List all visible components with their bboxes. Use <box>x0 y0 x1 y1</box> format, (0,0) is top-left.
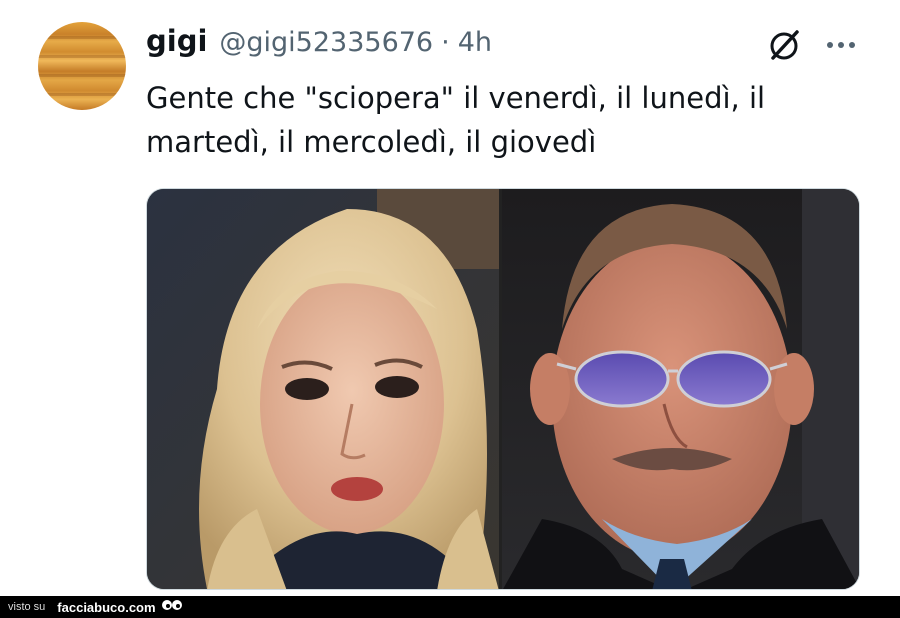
author-handle[interactable]: @gigi52335676 <box>219 27 433 58</box>
separator-dot: · <box>441 27 450 58</box>
site-label[interactable]: facciabuco.com <box>57 600 155 615</box>
tweet-text-line: Gente che "sciopera" il venerdì, il lune… <box>146 81 766 115</box>
timestamp[interactable]: 4h <box>458 27 492 58</box>
watermark-footer: visto su facciabuco.com <box>0 596 900 618</box>
elderly-man-sunglasses-photo[interactable] <box>502 189 859 589</box>
tweet-card[interactable]: gigi @gigi52335676 · 4h Gente che "sciop… <box>0 0 900 596</box>
tweet-text-line: martedì, il mercoledì, il giovedì <box>146 125 597 159</box>
eyes-logo-icon <box>160 598 184 617</box>
visto-su-label: visto su <box>8 601 46 613</box>
grok-icon[interactable] <box>764 25 804 65</box>
media-grid[interactable] <box>146 188 860 590</box>
author-name[interactable]: gigi <box>146 24 207 58</box>
blonde-woman-photo[interactable] <box>147 189 499 589</box>
tweet-header: gigi @gigi52335676 · 4h <box>146 24 492 64</box>
more-icon[interactable] <box>822 30 862 60</box>
avatar[interactable] <box>38 22 126 110</box>
tweet-text: Gente che "sciopera" il venerdì, il lune… <box>146 76 826 164</box>
